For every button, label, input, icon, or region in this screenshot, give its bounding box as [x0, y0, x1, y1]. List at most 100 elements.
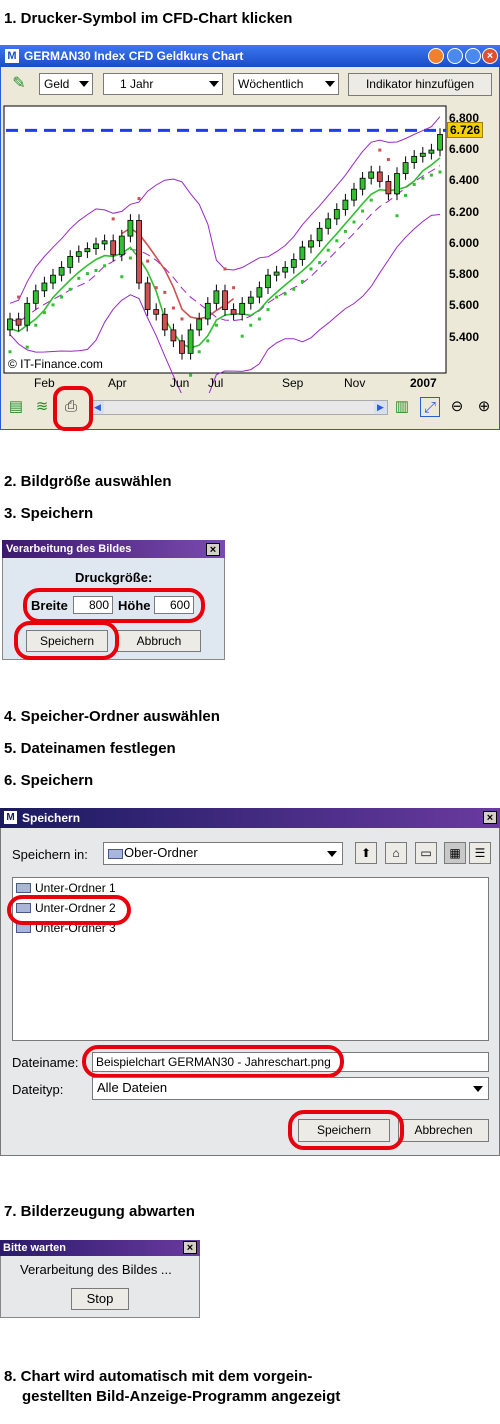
- home-icon[interactable]: ⌂: [385, 842, 407, 864]
- chevron-down-icon: [327, 851, 337, 857]
- sar-dot: [94, 268, 98, 272]
- sar-dot: [326, 248, 330, 252]
- save-in-label: Speichern in:: [12, 847, 88, 862]
- interval-select[interactable]: Wöchentlich: [233, 73, 339, 95]
- filetype-select[interactable]: Alle Dateien: [92, 1077, 489, 1100]
- details-view-icon[interactable]: ☰: [469, 842, 491, 864]
- sar-dot: [343, 229, 347, 233]
- indicator-icon[interactable]: ≋: [32, 397, 52, 417]
- sar-dot: [421, 176, 425, 180]
- sar-dot: [257, 317, 261, 321]
- stop-button[interactable]: Stop: [71, 1288, 129, 1310]
- period-select[interactable]: 1 Jahr: [103, 73, 223, 95]
- new-folder-icon[interactable]: ▭: [415, 842, 437, 864]
- filename-label: Dateiname:: [12, 1055, 79, 1070]
- price-chart[interactable]: [0, 101, 500, 393]
- app-logo-icon: M: [4, 811, 17, 824]
- candle-body: [402, 162, 409, 174]
- sar-dot: [42, 311, 46, 315]
- step-3-label: 3. Speichern: [4, 505, 94, 522]
- save-dialog-titlebar[interactable]: M Speichern: [0, 808, 500, 828]
- add-indicator-button[interactable]: Indikator hinzufügen: [348, 73, 492, 96]
- sar-dot: [206, 339, 210, 343]
- sar-dot: [266, 308, 270, 312]
- save-dialog-title: Speichern: [22, 811, 81, 825]
- filetype-label: Dateityp:: [12, 1082, 64, 1097]
- sar-dot: [103, 264, 107, 268]
- save-in-select[interactable]: Ober-Ordner: [103, 842, 343, 865]
- candle-body: [239, 302, 246, 315]
- candle-body: [118, 235, 125, 256]
- highlight-size-fields: [23, 588, 205, 623]
- sar-dot: [395, 214, 399, 218]
- candle-body: [161, 313, 168, 331]
- chevron-down-icon: [325, 81, 335, 87]
- chevron-down-icon: [473, 1086, 483, 1092]
- candle-body: [308, 240, 314, 248]
- list-view-icon[interactable]: ▦: [444, 842, 466, 864]
- folder-icon: [108, 849, 123, 859]
- sar-dot: [25, 345, 29, 349]
- candle-body: [290, 259, 297, 268]
- price-type-select[interactable]: Geld: [39, 73, 93, 95]
- zoom-out-icon[interactable]: ⊖: [447, 397, 467, 417]
- close-icon[interactable]: ×: [206, 543, 220, 556]
- candle-body: [136, 220, 142, 284]
- candle-body: [153, 309, 160, 315]
- candle-body: [93, 243, 99, 249]
- sar-dot: [68, 287, 72, 291]
- maximize-icon[interactable]: [465, 48, 481, 64]
- candle-body: [15, 318, 22, 326]
- candle-body: [325, 218, 332, 229]
- sar-dot: [223, 267, 227, 271]
- minimize-icon[interactable]: [447, 48, 463, 64]
- step-8-label: 8. Chart wird automatisch mit dem vorgei…: [4, 1368, 313, 1385]
- chevron-down-icon: [79, 81, 89, 87]
- close-icon[interactable]: ×: [483, 811, 497, 824]
- sar-dot: [111, 217, 115, 221]
- size-dialog-titlebar[interactable]: Verarbeitung des Bildes: [2, 540, 225, 558]
- candle-body: [333, 209, 340, 220]
- y-tick-label: 5.400: [449, 329, 480, 344]
- gear-icon[interactable]: [428, 48, 444, 64]
- candle-body: [273, 271, 280, 276]
- close-icon[interactable]: ×: [482, 48, 498, 64]
- up-folder-icon[interactable]: ⬆: [355, 842, 377, 864]
- highlight-save: [288, 1110, 404, 1150]
- candle-body: [170, 329, 177, 342]
- list-item[interactable]: Unter-Ordner 1: [16, 881, 116, 895]
- chart-window-titlebar[interactable]: M GERMAN30 Index CFD Geldkurs Chart: [0, 45, 500, 67]
- close-icon[interactable]: ×: [183, 1241, 197, 1254]
- sar-dot: [34, 323, 38, 327]
- chart-settings-icon[interactable]: ▤: [6, 397, 26, 417]
- step-4-label: 4. Speicher-Ordner auswählen: [4, 708, 220, 725]
- sar-dot: [438, 170, 442, 174]
- sar-dot: [51, 303, 55, 307]
- folder-icon: [16, 883, 31, 893]
- zoom-in-icon[interactable]: ⊕: [474, 397, 494, 417]
- sar-dot: [275, 295, 279, 299]
- sar-dot: [197, 350, 201, 354]
- candle-body: [204, 302, 211, 320]
- candle-body: [110, 240, 117, 256]
- sar-dot: [378, 148, 382, 152]
- y-tick-label: 6.800: [449, 110, 480, 125]
- y-tick-label: 6.400: [449, 173, 480, 188]
- candle-body: [342, 199, 349, 210]
- chart-style-icon[interactable]: ▥: [392, 397, 412, 417]
- sar-dot: [300, 279, 304, 283]
- candle-body: [299, 246, 306, 260]
- wait-dialog-titlebar[interactable]: Bitte warten: [0, 1240, 200, 1256]
- zoom-fit-icon[interactable]: ⤢: [420, 397, 440, 417]
- candle-body: [213, 290, 220, 304]
- highlight-folder: [7, 895, 131, 925]
- step-8-label-line2: gestellten Bild-Anzeige-Programm angezei…: [22, 1388, 341, 1405]
- cancel-button[interactable]: Abbruch: [117, 630, 201, 652]
- sar-dot: [361, 209, 365, 213]
- candle-body: [222, 290, 228, 310]
- app-logo-icon: M: [5, 49, 19, 63]
- cancel-button[interactable]: Abbrechen: [398, 1119, 489, 1142]
- drawing-tool-icon[interactable]: ✎: [8, 73, 30, 95]
- scroll-right-icon[interactable]: ▶: [374, 401, 387, 414]
- horizontal-scrollbar[interactable]: ◀ ▶: [90, 400, 388, 415]
